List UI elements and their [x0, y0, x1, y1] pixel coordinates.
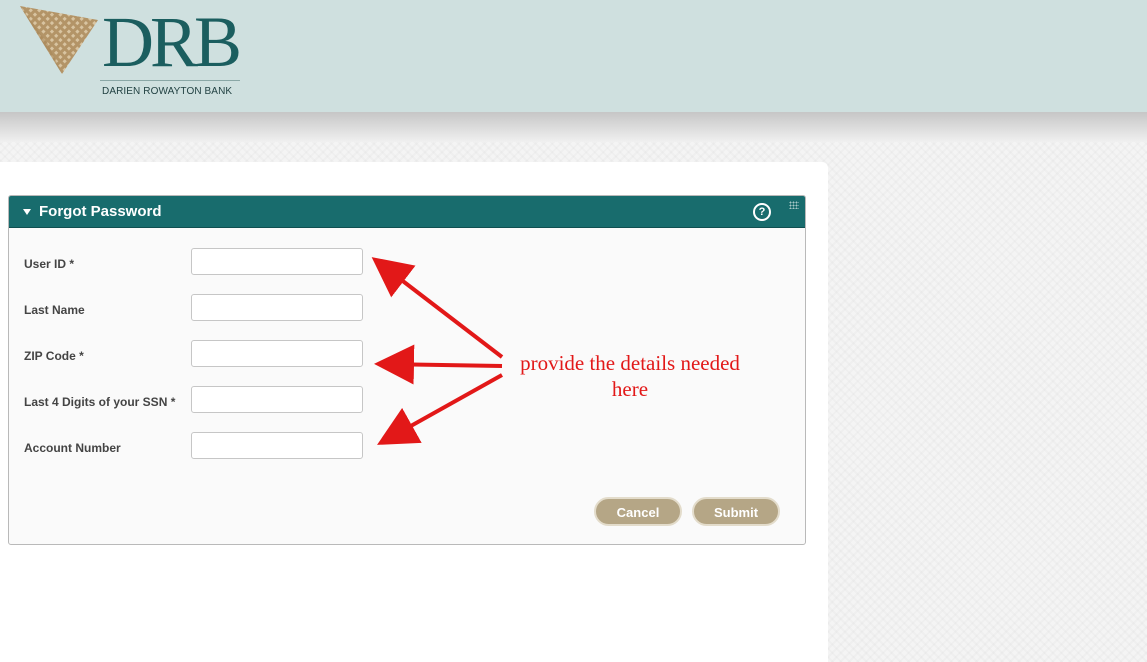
arrow-to-zip-code [374, 344, 503, 385]
annotation-line-2: here [611, 377, 649, 401]
annotation-note: provide the details needed here [500, 350, 760, 402]
arrow-to-account-number [377, 373, 503, 445]
arrow-to-user-id [371, 257, 504, 359]
annotation-line-1: provide the details needed [520, 351, 740, 375]
annotation-arrows [371, 257, 504, 445]
